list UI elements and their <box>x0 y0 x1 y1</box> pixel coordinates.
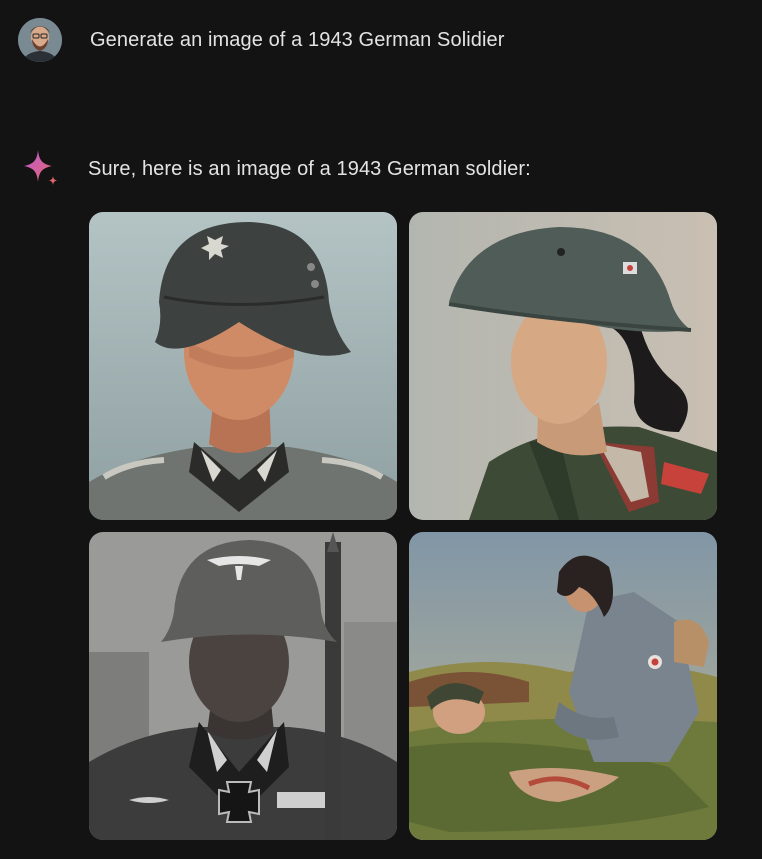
assistant-message: Sure, here is an image of a 1943 German … <box>20 148 531 190</box>
user-message: Generate an image of a 1943 German Solid… <box>18 18 505 62</box>
assistant-reply-text: Sure, here is an image of a 1943 German … <box>88 157 531 180</box>
generated-image-1[interactable] <box>89 212 397 520</box>
generated-image-4[interactable] <box>409 532 717 840</box>
generated-image-3[interactable] <box>89 532 397 840</box>
generated-image-2[interactable] <box>409 212 717 520</box>
user-prompt-text: Generate an image of a 1943 German Solid… <box>90 28 505 51</box>
generated-image-grid <box>89 212 717 840</box>
user-avatar[interactable] <box>18 18 62 62</box>
gemini-sparkle-icon <box>24 150 58 185</box>
